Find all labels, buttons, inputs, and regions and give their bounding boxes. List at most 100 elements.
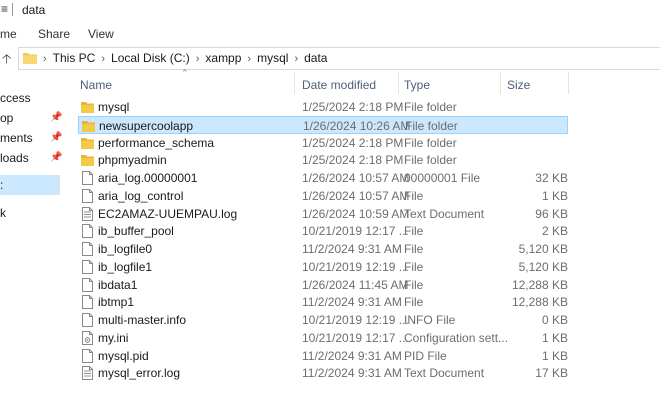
column-header-size[interactable]: Size — [507, 78, 530, 92]
file-name: aria_log.00000001 — [98, 171, 198, 185]
file-icon — [82, 171, 93, 185]
navigation-pane: ccess op 📌 ments 📌 loads 📌 : k — [0, 78, 64, 415]
file-row[interactable]: ibdata1 1/26/2024 11:45 AM File 12,288 KB — [78, 276, 568, 294]
file-type: File — [404, 224, 424, 239]
file-icon — [82, 348, 93, 363]
breadcrumb-this-pc[interactable]: This PC — [53, 51, 96, 65]
chevron-right-icon[interactable]: › — [196, 53, 200, 65]
file-row[interactable]: ib_logfile0 11/2/2024 9:31 AM File 5,120 KB — [78, 240, 568, 258]
file-size: 32 KB — [535, 171, 568, 185]
file-type: File folder — [404, 100, 457, 114]
file-date: 1/25/2024 2:18 PM — [302, 153, 404, 168]
column-header-name[interactable]: Name — [80, 78, 112, 92]
file-row[interactable]: ib_logfile1 10/21/2019 12:19 ... File 5,120… — [78, 258, 568, 276]
file-size: 5,120 KB — [518, 259, 568, 274]
file-type: File — [404, 242, 424, 256]
file-row[interactable]: aria_log_control 1/26/2024 10:57 AM File 1 … — [78, 187, 568, 205]
file-size: 1 KB — [541, 188, 568, 203]
column-divider[interactable] — [568, 72, 569, 94]
file-type: File folder — [404, 153, 457, 168]
tab-share[interactable]: Share — [38, 27, 70, 41]
file-name: my.ini — [98, 330, 129, 345]
column-header-date[interactable]: Date modified — [302, 78, 376, 92]
file-type: File — [404, 277, 424, 292]
file-size: 0 KB — [541, 313, 568, 327]
file-type: File — [404, 259, 424, 274]
address-bar: 🡡 › This PC › Local Disk (C:) › xampp › mysql › d… — [0, 47, 660, 70]
address-box[interactable]: › This PC › Local Disk (C:) › xampp › mysql › dat… — [18, 47, 660, 70]
breadcrumb-local-disk[interactable]: Local Disk (C:) — [111, 51, 190, 65]
file-date: 1/26/2024 10:57 AM — [302, 188, 410, 203]
file-date: 11/2/2024 9:31 AM — [302, 242, 402, 256]
file-date: 11/2/2024 9:31 AM — [302, 295, 402, 310]
folder-icon — [81, 137, 94, 149]
chevron-right-icon[interactable]: › — [247, 53, 251, 65]
pin-icon: 📌 — [50, 132, 63, 143]
file-date: 10/21/2019 12:19 ... — [302, 259, 409, 274]
file-date: 1/25/2024 2:18 PM — [302, 135, 404, 150]
column-divider[interactable] — [398, 72, 399, 94]
file-row[interactable]: mysql_error.log 11/2/2024 9:31 AM Text Doc… — [78, 364, 568, 382]
file-row[interactable]: my.ini 10/21/2019 12:17 ... Configuration … — [78, 329, 568, 347]
folder-icon — [23, 53, 37, 64]
chevron-right-icon[interactable]: › — [101, 53, 105, 65]
file-row[interactable]: phpmyadmin 1/25/2024 2:18 PM File folder — [78, 151, 568, 169]
text-document-icon — [82, 206, 93, 221]
file-date: 1/26/2024 10:26 AM — [303, 118, 411, 133]
folder-icon — [81, 102, 94, 113]
file-date: 1/25/2024 2:18 PM — [302, 100, 404, 114]
chevron-right-icon[interactable]: › — [43, 53, 47, 65]
file-name: ib_logfile1 — [98, 259, 153, 274]
file-row[interactable]: performance_schema 1/25/2024 2:18 PM File … — [78, 134, 568, 152]
file-date: 1/26/2024 11:45 AM — [302, 277, 409, 292]
nav-item-local-disk[interactable]: : — [0, 178, 3, 192]
nav-item-documents[interactable]: ments — [0, 131, 33, 145]
file-name: ibdata1 — [98, 277, 138, 292]
column-divider[interactable] — [500, 72, 501, 94]
column-headers: ⌃ Name Date modified Type Size — [64, 68, 660, 96]
folder-icon — [82, 120, 95, 132]
file-type: Text Document — [404, 366, 485, 381]
nav-item-desktop[interactable]: op — [0, 111, 13, 125]
file-date: 10/21/2019 12:17 ... — [302, 224, 409, 239]
file-row[interactable]: mysql.pid 11/2/2024 9:31 AM PID File 1 KB — [78, 347, 568, 365]
folder-icon — [81, 155, 94, 167]
file-row[interactable]: multi-master.info 10/21/2019 12:19 ... INF… — [78, 311, 568, 329]
breadcrumb-xampp[interactable]: xampp — [205, 51, 241, 65]
file-row[interactable]: mysql 1/25/2024 2:18 PM File folder — [78, 98, 568, 116]
file-icon — [82, 224, 93, 239]
file-type: File folder — [404, 135, 457, 150]
column-divider[interactable] — [294, 72, 295, 94]
file-row[interactable]: newsupercoolapp 1/26/2024 10:26 AM File fo… — [78, 115, 568, 134]
title-bar: ≡ data — [0, 0, 660, 20]
file-name: ib_buffer_pool — [98, 224, 174, 239]
nav-selection-highlight — [0, 175, 60, 195]
file-date: 10/21/2019 12:19 ... — [302, 313, 409, 327]
breadcrumb-mysql[interactable]: mysql — [257, 51, 288, 65]
tab-view[interactable]: View — [88, 27, 114, 41]
title-separator — [12, 3, 13, 16]
up-arrow-icon[interactable]: 🡡 — [2, 50, 11, 72]
pin-icon: 📌 — [50, 152, 63, 163]
file-row[interactable]: ibtmp1 11/2/2024 9:31 AM File 12,288 KB — [78, 293, 568, 311]
file-size: 1 KB — [541, 348, 568, 363]
breadcrumb: › This PC › Local Disk (C:) › xampp › mysql › dat… — [43, 51, 327, 65]
file-type: Text Document — [404, 206, 485, 221]
nav-item-network[interactable]: k — [0, 206, 6, 220]
chevron-right-icon[interactable]: › — [294, 53, 298, 65]
quick-access-toolbar-icon[interactable]: ≡ — [1, 2, 8, 16]
breadcrumb-data[interactable]: data — [304, 51, 327, 65]
file-size: 2 KB — [541, 224, 568, 239]
nav-item-quick-access[interactable]: ccess — [0, 91, 31, 105]
file-row[interactable]: EC2AMAZ-UUEMPAU.log 1/26/2024 10:59 AM Tex… — [78, 205, 568, 223]
config-file-icon — [82, 330, 93, 345]
file-row[interactable]: aria_log.00000001 1/26/2024 10:57 AM 00000… — [78, 169, 568, 187]
tab-home[interactable]: me — [0, 27, 17, 41]
pin-icon: 📌 — [50, 112, 63, 123]
file-row[interactable]: ib_buffer_pool 10/21/2019 12:17 ... File 2 … — [78, 222, 568, 240]
file-name: aria_log_control — [98, 188, 184, 203]
column-header-type[interactable]: Type — [404, 78, 430, 92]
nav-item-downloads[interactable]: loads — [0, 151, 29, 165]
file-name: mysql.pid — [98, 348, 149, 363]
file-type: INFO File — [404, 313, 456, 327]
